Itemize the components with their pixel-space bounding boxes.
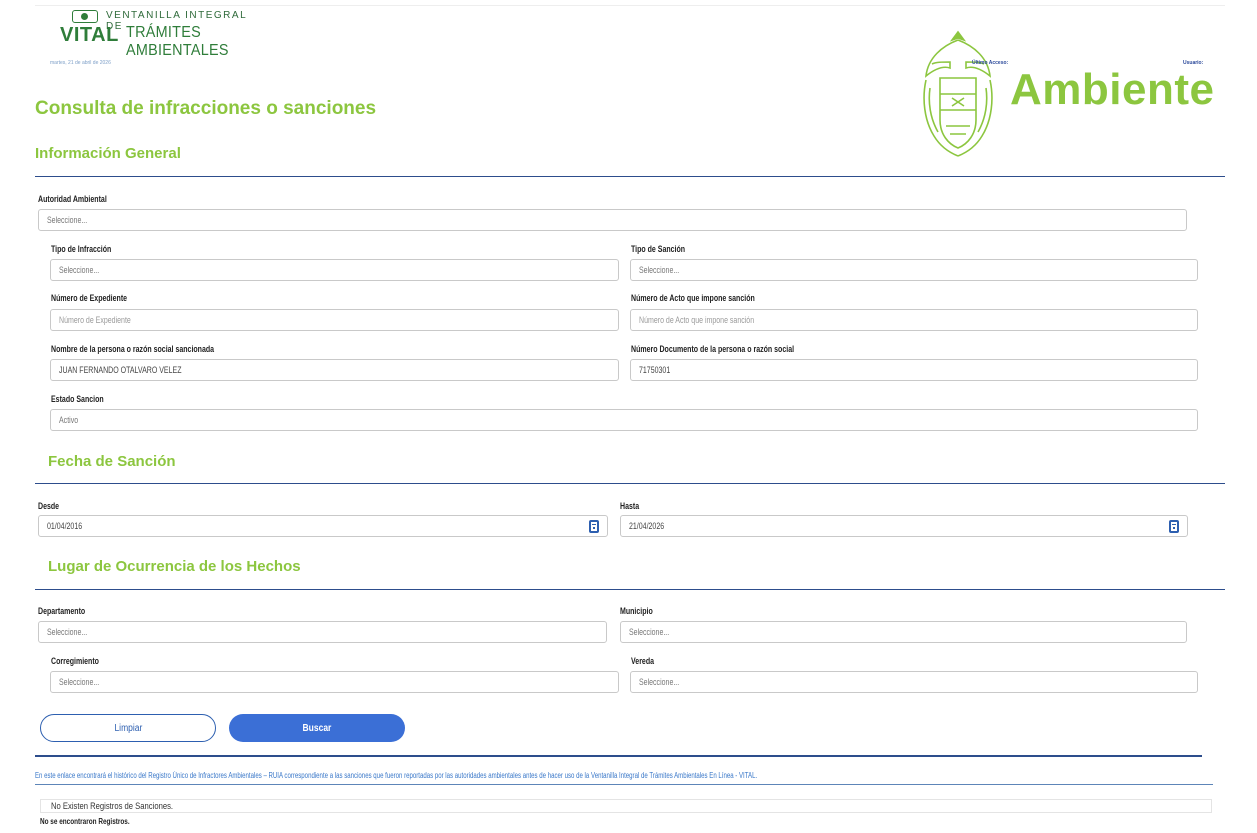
section-title-fecha: Fecha de Sanción <box>48 453 176 470</box>
ruia-history-link[interactable]: En este enlace encontrará el histórico d… <box>35 771 757 780</box>
expediente-label: Número de Expediente <box>51 293 128 303</box>
page-title: Consulta de infracciones o sanciones <box>35 98 377 119</box>
current-date: martes, 21 de abril de 2026 <box>50 60 111 66</box>
section-title-lugar: Lugar de Ocurrencia de los Hechos <box>48 558 301 575</box>
desde-label: Desde <box>38 501 60 511</box>
section-divider <box>35 755 1202 757</box>
municipio-label: Municipio <box>620 606 653 616</box>
hasta-date-input[interactable]: 21/04/2026 <box>620 515 1188 537</box>
colombia-crest-icon <box>923 30 993 157</box>
tipo-infraccion-label: Tipo de Infracción <box>51 244 112 254</box>
desde-date-input[interactable]: 01/04/2016 <box>38 515 608 537</box>
logo-tagline-2: TRÁMITES AMBIENTALES <box>126 24 229 59</box>
departamento-select[interactable]: Seleccione... <box>38 621 607 643</box>
ministry-brand: Ambiente <box>1010 65 1215 114</box>
section-divider <box>35 483 1225 484</box>
acto-label: Número de Acto que impone sanción <box>631 293 755 303</box>
corregimiento-label: Corregimiento <box>51 656 99 666</box>
nombre-label: Nombre de la persona o razón social sanc… <box>51 344 215 354</box>
section-divider <box>35 589 1225 590</box>
calendar-icon[interactable] <box>589 520 599 533</box>
municipio-select[interactable]: Seleccione... <box>620 621 1187 643</box>
no-records-text: No se encontraron Registros. <box>40 817 130 826</box>
last-access-label: Último Acceso: <box>972 60 1009 66</box>
estado-input[interactable]: Activo <box>50 409 1198 431</box>
top-divider <box>35 5 1225 6</box>
tipo-infraccion-select[interactable]: Seleccione... <box>50 259 619 281</box>
tipo-sancion-label: Tipo de Sanción <box>631 244 686 254</box>
hasta-label: Hasta <box>620 501 640 511</box>
expediente-input[interactable]: Número de Expediente <box>50 309 619 331</box>
acto-input[interactable]: Número de Acto que impone sanción <box>630 309 1198 331</box>
results-box: No Existen Registros de Sanciones. <box>40 799 1212 813</box>
logo-vital-word: VITAL <box>60 24 119 46</box>
search-button[interactable]: Buscar <box>229 714 405 742</box>
vereda-label: Vereda <box>631 656 655 666</box>
autoridad-label: Autoridad Ambiental <box>38 194 107 204</box>
estado-label: Estado Sancion <box>51 394 104 404</box>
tipo-sancion-select[interactable]: Seleccione... <box>630 259 1198 281</box>
section-divider <box>35 784 1213 785</box>
vereda-select[interactable]: Seleccione... <box>630 671 1198 693</box>
calendar-icon[interactable] <box>1169 520 1179 533</box>
nombre-input[interactable]: JUAN FERNANDO OTALVARO VELEZ <box>50 359 619 381</box>
eye-icon <box>72 10 98 23</box>
documento-label: Número Documento de la persona o razón s… <box>631 344 795 354</box>
section-title-general: Información General <box>35 145 181 162</box>
departamento-label: Departamento <box>38 606 86 616</box>
clear-button[interactable]: Limpiar <box>40 714 216 742</box>
autoridad-select[interactable]: Seleccione... <box>38 209 1187 231</box>
section-divider <box>35 176 1225 177</box>
documento-input[interactable]: 71750301 <box>630 359 1198 381</box>
vital-logo[interactable]: VENTANILLA INTEGRAL DE VITAL TRÁMITES AM… <box>60 10 260 59</box>
corregimiento-select[interactable]: Seleccione... <box>50 671 619 693</box>
